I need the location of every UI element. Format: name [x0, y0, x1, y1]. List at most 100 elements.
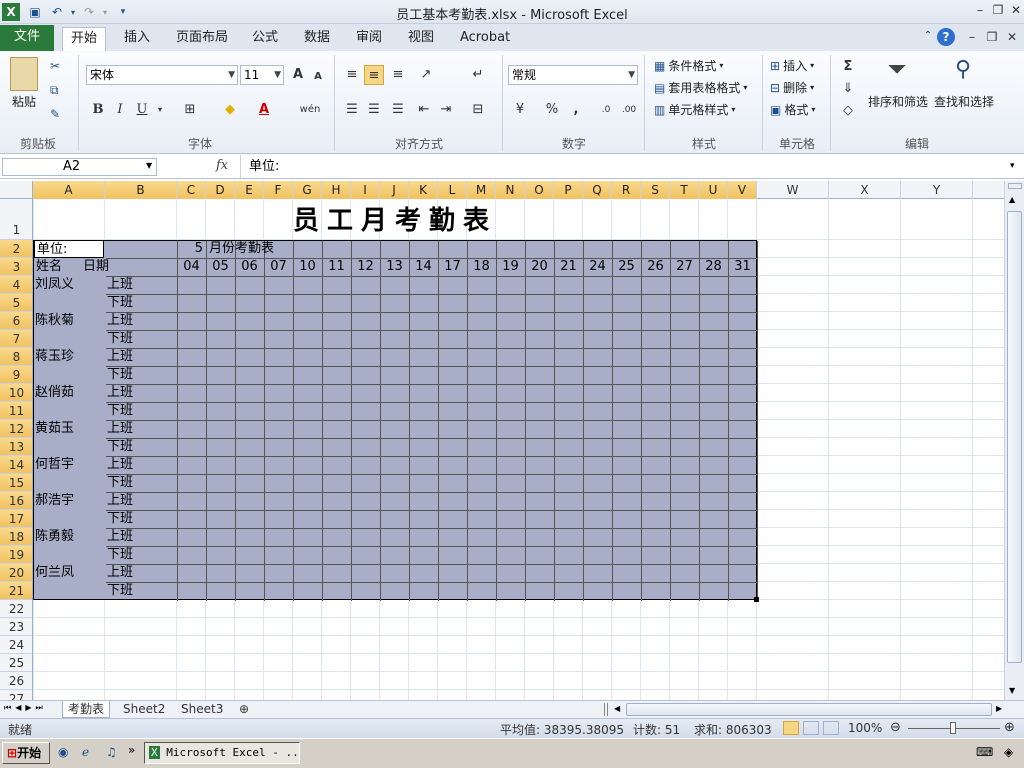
employee-name[interactable]: 陈勇毅: [35, 528, 74, 546]
font-color-icon[interactable]: A: [254, 100, 274, 120]
month-number-cell[interactable]: 5: [181, 240, 205, 258]
row-header[interactable]: 25: [0, 654, 32, 672]
column-header[interactable]: L: [438, 181, 467, 199]
shift-in-cell[interactable]: 上班: [107, 456, 133, 474]
expand-formula-icon[interactable]: ▾: [1010, 161, 1015, 171]
column-header[interactable]: A: [33, 181, 105, 199]
row-header[interactable]: 19: [0, 546, 32, 564]
column-header[interactable]: N: [496, 181, 525, 199]
shift-out-cell[interactable]: 下班: [107, 546, 133, 564]
row-header[interactable]: 3: [0, 258, 32, 276]
row-header[interactable]: 11: [0, 402, 32, 420]
employee-name[interactable]: 陈秋菊: [35, 312, 74, 330]
row-header[interactable]: 23: [0, 618, 32, 636]
zoom-out-icon[interactable]: ⊖: [890, 720, 901, 735]
paste-icon[interactable]: [10, 57, 38, 91]
sheet-tab-sheet3[interactable]: Sheet3: [176, 701, 228, 718]
shift-out-cell[interactable]: 下班: [107, 402, 133, 420]
decrease-decimal-button[interactable]: .00: [618, 100, 640, 120]
column-header[interactable]: P: [554, 181, 583, 199]
orientation-icon[interactable]: ↗: [416, 65, 436, 85]
row-header[interactable]: 16: [0, 492, 32, 510]
date-cell[interactable]: 18: [467, 258, 496, 276]
employee-name[interactable]: 蒋玉珍: [35, 348, 74, 366]
row-header[interactable]: 26: [0, 672, 32, 690]
scroll-down-icon[interactable]: ▼: [1009, 686, 1015, 695]
shift-in-cell[interactable]: 上班: [107, 528, 133, 546]
fill-icon[interactable]: ⇓: [838, 79, 858, 99]
tab-formulas[interactable]: 公式: [244, 27, 286, 51]
percent-button[interactable]: %: [542, 100, 562, 120]
shift-out-cell[interactable]: 下班: [107, 438, 133, 456]
align-bottom-icon[interactable]: ≡: [388, 65, 408, 85]
find-select-button[interactable]: 查找和选择: [934, 93, 994, 110]
column-header[interactable]: D: [206, 181, 235, 199]
shift-in-cell[interactable]: 上班: [107, 276, 133, 294]
date-cell[interactable]: 06: [235, 258, 264, 276]
cut-icon[interactable]: ✂: [50, 59, 60, 73]
row-header[interactable]: 8: [0, 348, 32, 366]
help-tray-icon[interactable]: ◈: [1004, 745, 1013, 759]
date-cell[interactable]: 05: [206, 258, 235, 276]
cell-styles-button[interactable]: ▥ 单元格样式 ▾: [654, 101, 735, 118]
row-header[interactable]: 12: [0, 420, 32, 438]
employee-name[interactable]: 郝浩宇: [35, 492, 74, 510]
minimize-icon[interactable]: –: [970, 3, 990, 19]
increase-indent-icon[interactable]: ⇥: [436, 100, 456, 120]
shift-in-cell[interactable]: 上班: [107, 420, 133, 438]
name-header-cell[interactable]: 姓名: [36, 258, 62, 276]
sheet-nav-icons[interactable]: ⏮◀▶⏭: [4, 703, 47, 713]
column-header[interactable]: G: [293, 181, 322, 199]
tab-split-handle[interactable]: [604, 703, 608, 716]
column-header[interactable]: F: [264, 181, 293, 199]
column-header[interactable]: B: [105, 181, 177, 199]
row-header[interactable]: 2: [0, 240, 32, 258]
column-header[interactable]: V: [728, 181, 757, 199]
sheet-title[interactable]: 员工月考勤表: [33, 199, 757, 240]
row-header[interactable]: 27: [0, 690, 32, 700]
column-header[interactable]: S: [641, 181, 670, 199]
column-header[interactable]: Q: [583, 181, 612, 199]
font-name-combo[interactable]: 宋体 ▼: [86, 65, 238, 85]
date-cell[interactable]: 27: [670, 258, 699, 276]
row-header[interactable]: 24: [0, 636, 32, 654]
employee-name[interactable]: 何兰凤: [35, 564, 74, 582]
date-cell[interactable]: 11: [322, 258, 351, 276]
close-icon[interactable]: ✕: [1006, 3, 1024, 19]
employee-name[interactable]: 黄茹玉: [35, 420, 74, 438]
underline-dropdown-icon[interactable]: ▾: [150, 100, 170, 120]
help-icon[interactable]: ?: [937, 28, 955, 46]
page-layout-view-icon[interactable]: [803, 721, 819, 735]
format-cells-button[interactable]: ▣ 格式 ▾: [770, 101, 815, 118]
row-header[interactable]: 10: [0, 384, 32, 402]
tab-page-layout[interactable]: 页面布局: [168, 27, 236, 51]
date-cell[interactable]: 12: [351, 258, 380, 276]
date-cell[interactable]: 13: [380, 258, 409, 276]
column-header[interactable]: W: [757, 181, 829, 199]
align-middle-icon[interactable]: ≡: [364, 65, 384, 85]
row-header[interactable]: 15: [0, 474, 32, 492]
shift-in-cell[interactable]: 上班: [107, 348, 133, 366]
column-header[interactable]: E: [235, 181, 264, 199]
more-icon[interactable]: »: [128, 743, 135, 757]
column-header[interactable]: I: [351, 181, 380, 199]
column-header[interactable]: X: [829, 181, 901, 199]
bold-button[interactable]: B: [88, 100, 108, 120]
date-cell[interactable]: 17: [438, 258, 467, 276]
tab-data[interactable]: 数据: [296, 27, 338, 51]
normal-view-icon[interactable]: [783, 721, 799, 735]
sort-filter-button[interactable]: 排序和筛选: [868, 93, 928, 110]
sheet-tab-sheet2[interactable]: Sheet2: [118, 701, 170, 718]
date-cell[interactable]: 31: [728, 258, 757, 276]
borders-icon[interactable]: ⊞: [180, 100, 200, 120]
zoom-in-icon[interactable]: ⊕: [1004, 720, 1015, 735]
comma-button[interactable]: ,: [566, 100, 586, 120]
number-format-combo[interactable]: 常规 ▼: [508, 65, 638, 85]
insert-sheet-icon[interactable]: ⊕: [234, 701, 254, 718]
conditional-format-button[interactable]: ▦ 条件格式 ▾: [654, 57, 723, 74]
shift-out-cell[interactable]: 下班: [107, 330, 133, 348]
tab-insert[interactable]: 插入: [116, 27, 158, 51]
date-cell[interactable]: 26: [641, 258, 670, 276]
tab-home[interactable]: 开始: [62, 27, 107, 51]
row-header[interactable]: 4: [0, 276, 32, 294]
